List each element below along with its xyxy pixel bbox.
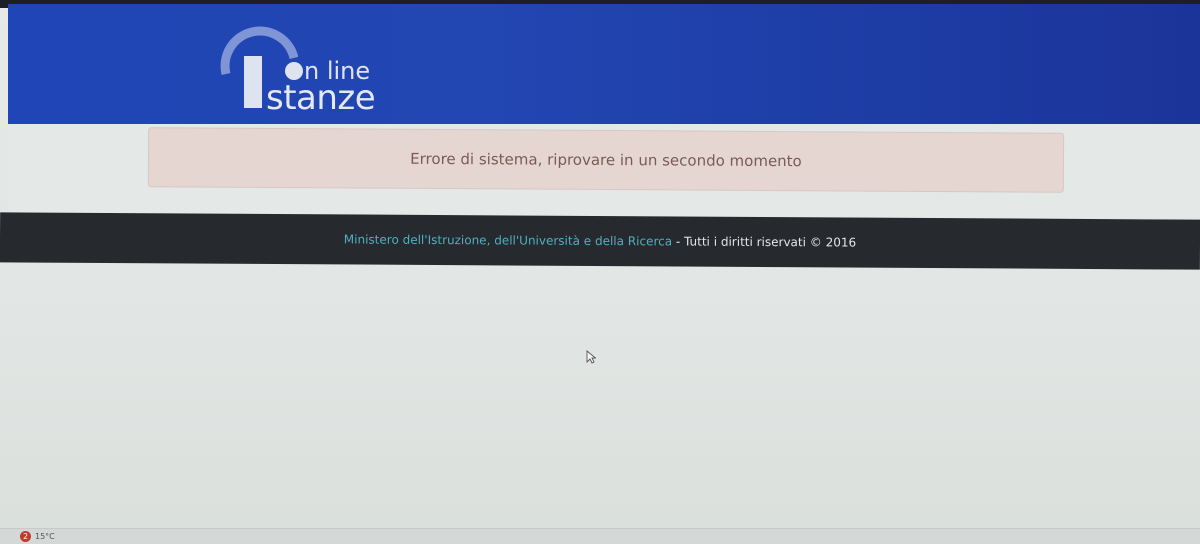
temperature-label: 15°C — [35, 532, 55, 541]
taskbar — [0, 528, 1200, 544]
error-message: Errore di sistema, riprovare in un secon… — [410, 149, 802, 171]
weather-icon: 2 — [20, 531, 31, 542]
weather-widget[interactable]: 2 15°C — [20, 531, 55, 542]
logo-i-bar — [244, 56, 262, 108]
page: n line stanze Errore di sistema, riprova… — [0, 0, 1200, 544]
footer-text: Ministero dell'Istruzione, dell'Universi… — [344, 232, 856, 249]
header-bar: n line stanze — [8, 4, 1200, 124]
ministry-link[interactable]: Ministero dell'Istruzione, dell'Universi… — [344, 232, 672, 248]
error-alert: Errore di sistema, riprovare in un secon… — [147, 127, 1065, 193]
footer: Ministero dell'Istruzione, dell'Universi… — [0, 212, 1200, 270]
empty-page-body — [0, 266, 1200, 528]
rights-text: - Tutti i diritti riservati © 2016 — [672, 234, 857, 250]
logo-stanze-text: stanze — [266, 78, 376, 118]
istanze-online-logo[interactable]: n line stanze — [214, 12, 384, 116]
cursor-icon — [586, 350, 596, 364]
